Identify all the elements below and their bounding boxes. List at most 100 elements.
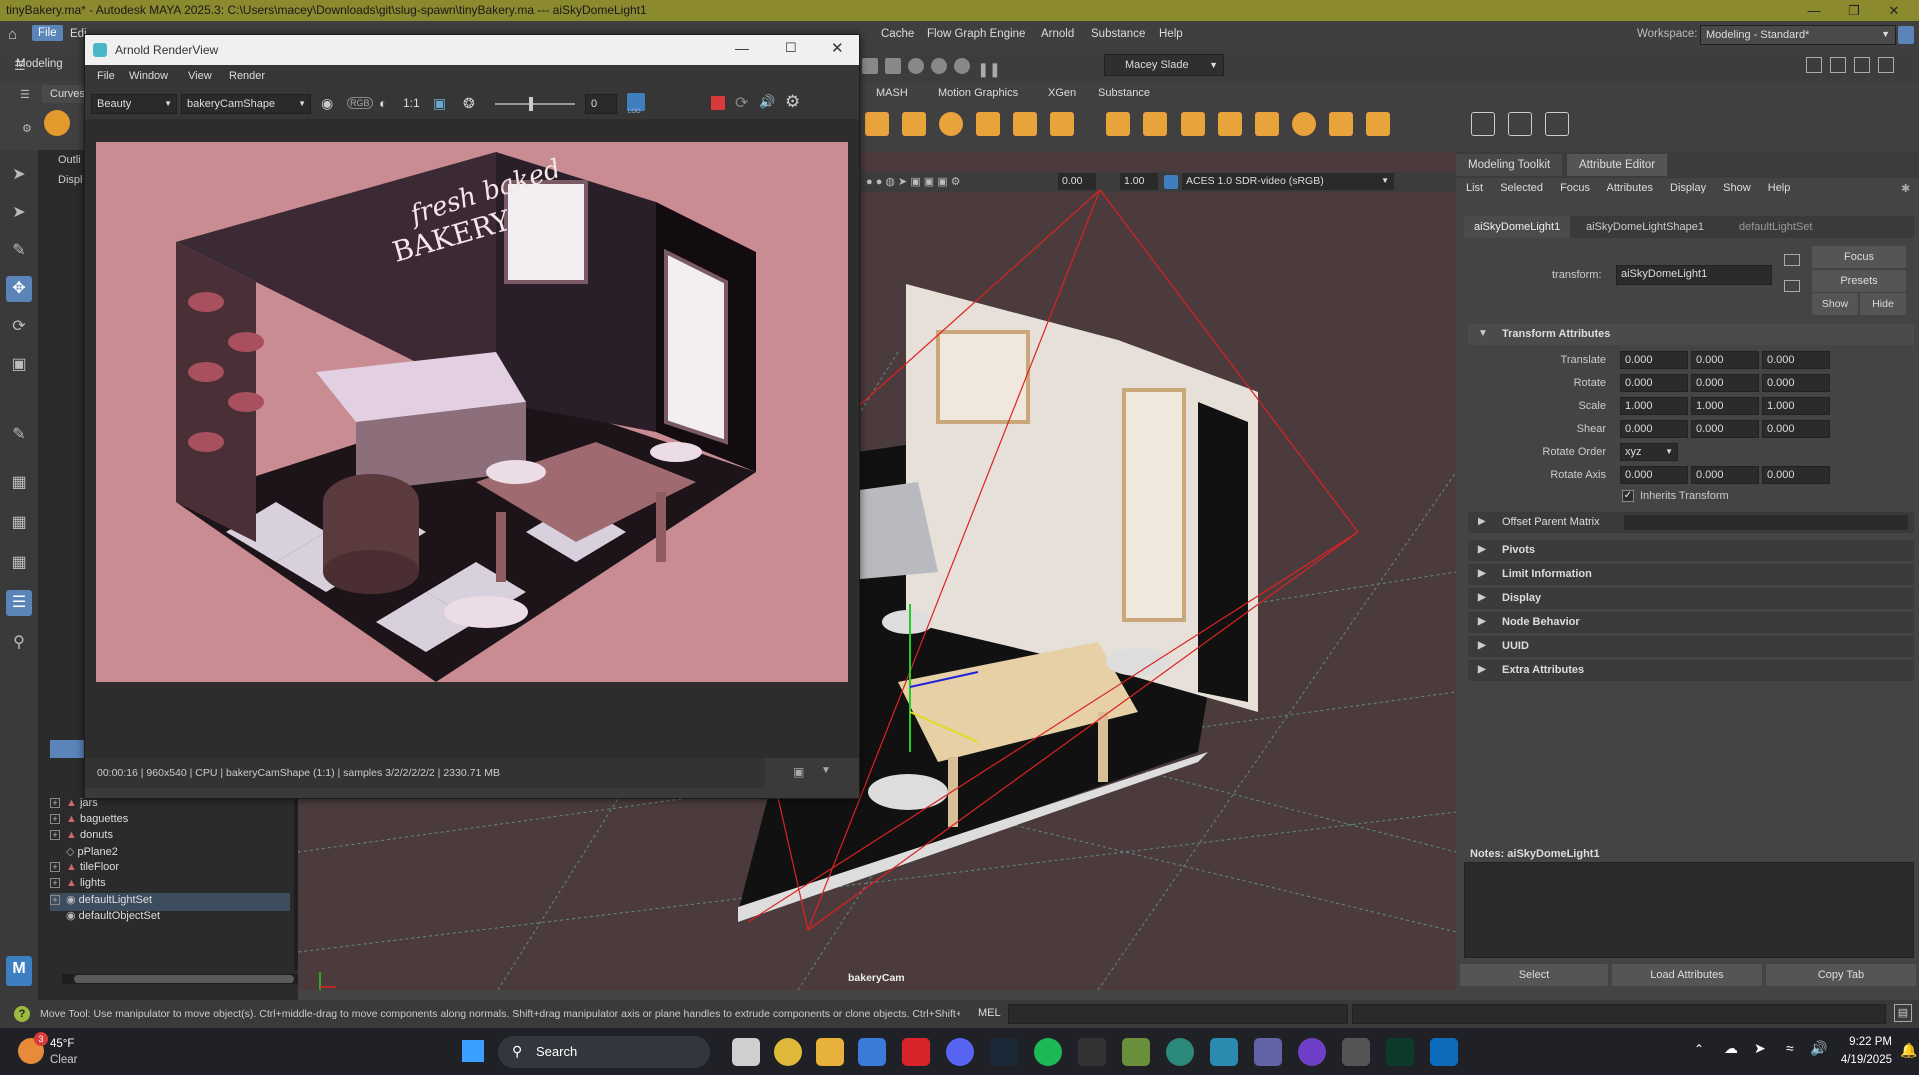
rotate-axis-x[interactable]: 0.000 [1620,466,1688,484]
exposure-value-field[interactable]: 0 [585,94,617,114]
rotate-axis-z[interactable]: 0.000 [1762,466,1830,484]
pin-icon[interactable]: ✱ [1901,182,1910,195]
shelf-tool-icon[interactable] [1545,112,1570,136]
outlook-icon[interactable] [1430,1038,1458,1066]
menu-cache[interactable]: Cache [881,28,914,40]
menu-help[interactable]: Help [1159,28,1183,40]
rotate-z[interactable]: 0.000 [1762,374,1830,392]
ae-menu-display[interactable]: Display [1670,182,1706,194]
clock-date[interactable]: 4/19/2025 [1826,1054,1892,1066]
render-icon[interactable] [862,58,878,74]
move-tool-icon[interactable]: ✥ [6,276,32,302]
minecraft-icon[interactable] [1122,1038,1150,1066]
notifications-icon[interactable]: 🔔 [1900,1042,1917,1059]
refresh-icon[interactable]: ⟳ [735,93,748,113]
hypershade-icon[interactable] [931,58,948,74]
substance-painter-icon[interactable] [1386,1038,1414,1066]
shelf-tab-substance[interactable]: Substance [1098,87,1150,99]
menu-arnold[interactable]: Arnold [1041,28,1074,40]
volume-icon[interactable]: 🔊 [1810,1040,1827,1057]
ae-menu-show[interactable]: Show [1723,182,1751,194]
layout-icon[interactable] [1806,57,1822,73]
ratio-label[interactable]: 1:1 [403,96,420,110]
launcher-icon[interactable] [1166,1038,1194,1066]
paint-select-icon[interactable]: ✎ [6,238,32,264]
node-tab-aiskydomelight1[interactable]: aiSkyDomeLight1 [1464,216,1571,238]
pause-icon[interactable]: ❚❚ [977,61,1000,77]
shelf-tool-icon[interactable] [1106,112,1131,136]
discord-icon[interactable] [946,1038,974,1066]
section-extra-attributes[interactable]: ▶ Extra Attributes [1468,660,1914,681]
ipr-icon[interactable] [885,58,902,74]
minimize-button[interactable]: — [735,40,749,56]
shelf-tool-icon[interactable] [1328,112,1353,136]
chevron-down-icon[interactable]: ▼ [821,765,831,776]
wifi-icon[interactable]: ≈ [1786,1040,1794,1056]
layout-icon[interactable] [1854,57,1871,73]
arnold-render-icon[interactable] [954,58,971,74]
rotate-order-select[interactable]: xyz ▼ [1620,443,1678,461]
transform-name-field[interactable]: aiSkyDomeLight1 [1616,265,1772,285]
expand-icon[interactable]: + [50,814,60,824]
ae-menu-focus[interactable]: Focus [1560,182,1590,194]
layout-icon[interactable] [1878,57,1895,73]
shelf-tool-icon[interactable] [1365,112,1390,136]
pen-tool-icon[interactable]: ✎ [6,422,32,448]
close-button[interactable]: ✕ [831,39,844,57]
shelf-tab-xgen[interactable]: XGen [1048,87,1076,99]
rv-menu-render[interactable]: Render [229,70,265,82]
teams-icon[interactable] [1254,1038,1282,1066]
lock-icon[interactable] [1898,26,1914,44]
focus-button[interactable]: Focus [1812,246,1906,268]
location-icon[interactable]: ➤ [1754,1040,1766,1057]
slider-handle[interactable] [529,97,533,111]
node-tab-aiskydomelightshape1[interactable]: aiSkyDomeLightShape1 [1576,216,1714,238]
inherits-transform-checkbox[interactable]: ✓ [1622,490,1634,502]
user-account[interactable]: Macey Slade ▼ [1104,54,1224,76]
tab-modeling-toolkit[interactable]: Modeling Toolkit [1456,154,1563,176]
rv-menu-file[interactable]: File [97,70,115,82]
layout-outliner-icon[interactable]: ☰ [6,590,32,616]
clock-time[interactable]: 9:22 PM [1826,1036,1892,1048]
section-offset-parent-matrix[interactable]: ▶ Offset Parent Matrix [1468,512,1914,533]
section-limit-information[interactable]: ▶ Limit Information [1468,564,1914,585]
scale-z[interactable]: 1.000 [1762,397,1830,415]
node-tab-defaultlightset[interactable]: defaultLightSet [1729,216,1822,238]
cloud-icon[interactable]: ☁ [1724,1040,1738,1057]
script-editor-icon[interactable]: ▤ [1894,1004,1912,1022]
rv-menu-view[interactable]: View [188,70,212,82]
rotate-tool-icon[interactable]: ⟳ [6,314,32,340]
offset-parent-field[interactable] [1624,515,1908,530]
rotate-y[interactable]: 0.000 [1691,374,1759,392]
notes-textarea[interactable] [1464,862,1914,958]
show-button[interactable]: Show [1812,293,1858,315]
expand-icon[interactable]: + [50,862,60,872]
copy-tab-button[interactable]: Copy Tab [1766,964,1916,986]
settings-gear-icon[interactable]: ⚙ [785,92,800,112]
shelf-tool-icon[interactable] [939,112,964,136]
shelf-tool-icon[interactable] [1254,112,1279,136]
expand-icon[interactable]: + [50,830,60,840]
shelf-tool-icon[interactable] [1143,112,1168,136]
snapshot-icon[interactable]: ▣ [793,765,804,779]
minimize-button[interactable]: — [1794,0,1834,21]
scale-y[interactable]: 1.000 [1691,397,1759,415]
shelf-tool-icon[interactable] [1013,112,1038,136]
mel-input[interactable] [1008,1004,1348,1024]
shelf-tool-icon[interactable] [1050,112,1075,136]
adobe-icon[interactable] [902,1038,930,1066]
ipr-icon[interactable]: 🔊 [759,94,775,110]
menu-file[interactable]: File [32,25,63,41]
layout-quad-icon[interactable]: ▦ [6,510,32,536]
chevron-up-icon[interactable]: ⌃ [1694,1042,1704,1056]
translate-y[interactable]: 0.000 [1691,351,1759,369]
outliner-item-defaultobjectset[interactable]: ◉ defaultObjectSet [50,909,290,927]
shelf-tool-icon[interactable] [1508,112,1533,136]
shelf-tab-motion-graphics[interactable]: Motion Graphics [938,87,1018,99]
scale-x[interactable]: 1.000 [1620,397,1688,415]
tab-attribute-editor[interactable]: Attribute Editor [1567,154,1668,176]
shelf-menu-icon[interactable]: ☰ [20,88,30,101]
fit-icon[interactable]: ▣ [433,95,446,112]
chrome-icon[interactable] [774,1038,802,1066]
scale-tool-icon[interactable]: ▣ [6,352,32,378]
